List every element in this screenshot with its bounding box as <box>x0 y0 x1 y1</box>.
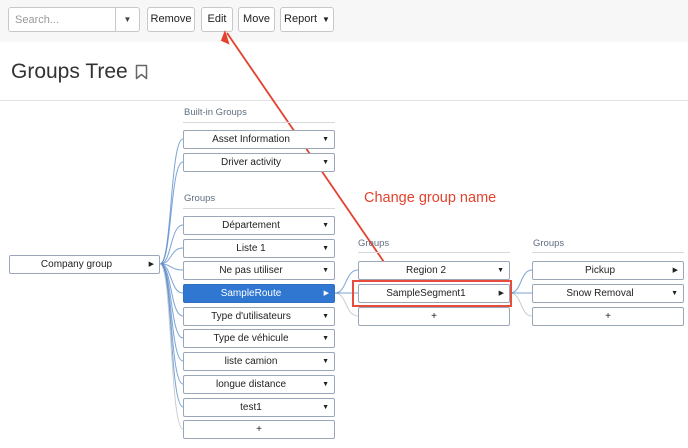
tree-node-label: SampleRoute <box>220 288 282 299</box>
dropdown-arrow-icon[interactable]: ▼ <box>322 154 329 171</box>
expand-arrow-icon[interactable]: ▶ <box>673 262 678 279</box>
tree-node-region-2[interactable]: Region 2 ▼ <box>358 261 510 280</box>
tree-node-label: Company group <box>40 259 113 270</box>
add-label: + <box>605 311 611 322</box>
tree-node-type-utilisateurs[interactable]: Type d'utilisateurs ▼ <box>183 307 335 326</box>
tree-connectors <box>159 30 533 430</box>
tree-node-label: Ne pas utiliser <box>219 265 283 276</box>
dropdown-arrow-icon[interactable]: ▼ <box>322 376 329 393</box>
dropdown-arrow-icon[interactable]: ▼ <box>322 131 329 148</box>
dropdown-arrow-icon[interactable]: ▼ <box>322 330 329 347</box>
tree-node-label: Type de véhicule <box>213 333 289 344</box>
add-label: + <box>431 311 437 322</box>
divider <box>532 252 684 253</box>
tree-node-liste-camion[interactable]: liste camion ▼ <box>183 352 335 371</box>
dropdown-arrow-icon[interactable]: ▼ <box>322 217 329 234</box>
tree-node-company-group[interactable]: Company group ▶ <box>9 255 160 274</box>
dropdown-arrow-icon[interactable]: ▼ <box>322 262 329 279</box>
expand-arrow-icon[interactable]: ▶ <box>324 285 329 302</box>
tree-node-driver-activity[interactable]: Driver activity ▼ <box>183 153 335 172</box>
tree-node-label: longue distance <box>215 379 287 390</box>
tree-node-ne-pas-utiliser[interactable]: Ne pas utiliser ▼ <box>183 261 335 280</box>
divider <box>183 122 335 123</box>
tree-node-label: Region 2 <box>405 265 447 276</box>
divider <box>358 252 510 253</box>
tree-node-pickup[interactable]: Pickup ▶ <box>532 261 684 280</box>
add-label: + <box>256 424 262 435</box>
add-group-button[interactable]: + <box>358 307 510 326</box>
tree-node-asset-information[interactable]: Asset Information ▼ <box>183 130 335 149</box>
builtin-groups-header: Built-in Groups <box>184 107 247 118</box>
dropdown-arrow-icon[interactable]: ▼ <box>322 240 329 257</box>
groups-header: Groups <box>358 238 390 249</box>
tree-node-label: Snow Removal <box>566 288 634 299</box>
dropdown-arrow-icon[interactable]: ▼ <box>322 308 329 325</box>
tree-node-test1[interactable]: test1 ▼ <box>183 398 335 417</box>
tree-node-longue-distance[interactable]: longue distance ▼ <box>183 375 335 394</box>
tree-node-label: Asset Information <box>212 134 290 145</box>
dropdown-arrow-icon[interactable]: ▼ <box>671 285 678 302</box>
tree-node-label: Driver activity <box>220 157 281 168</box>
annotation-highlight-box <box>352 280 512 307</box>
tree-node-departement[interactable]: Département ▼ <box>183 216 335 235</box>
tree-node-label: Département <box>222 220 280 231</box>
divider <box>183 208 335 209</box>
tree-node-snow-removal[interactable]: Snow Removal ▼ <box>532 284 684 303</box>
dropdown-arrow-icon[interactable]: ▼ <box>322 353 329 370</box>
dropdown-arrow-icon[interactable]: ▼ <box>497 262 504 279</box>
add-group-button[interactable]: + <box>183 420 335 439</box>
tree-node-sampleroute[interactable]: SampleRoute ▶ <box>183 284 335 303</box>
tree-node-label: Type d'utilisateurs <box>211 311 291 322</box>
dropdown-arrow-icon[interactable]: ▼ <box>322 399 329 416</box>
tree-node-liste-1[interactable]: Liste 1 ▼ <box>183 239 335 258</box>
groups-header: Groups <box>184 193 216 204</box>
tree-node-type-de-vehicule[interactable]: Type de véhicule ▼ <box>183 329 335 348</box>
groups-header: Groups <box>533 238 565 249</box>
annotation-text: Change group name <box>364 190 497 206</box>
tree-node-label: test1 <box>240 402 262 413</box>
tree-node-label: liste camion <box>224 356 278 367</box>
add-group-button[interactable]: + <box>532 307 684 326</box>
tree-node-label: Pickup <box>584 265 615 276</box>
expand-arrow-icon[interactable]: ▶ <box>149 256 154 273</box>
tree-node-label: Liste 1 <box>236 243 266 254</box>
